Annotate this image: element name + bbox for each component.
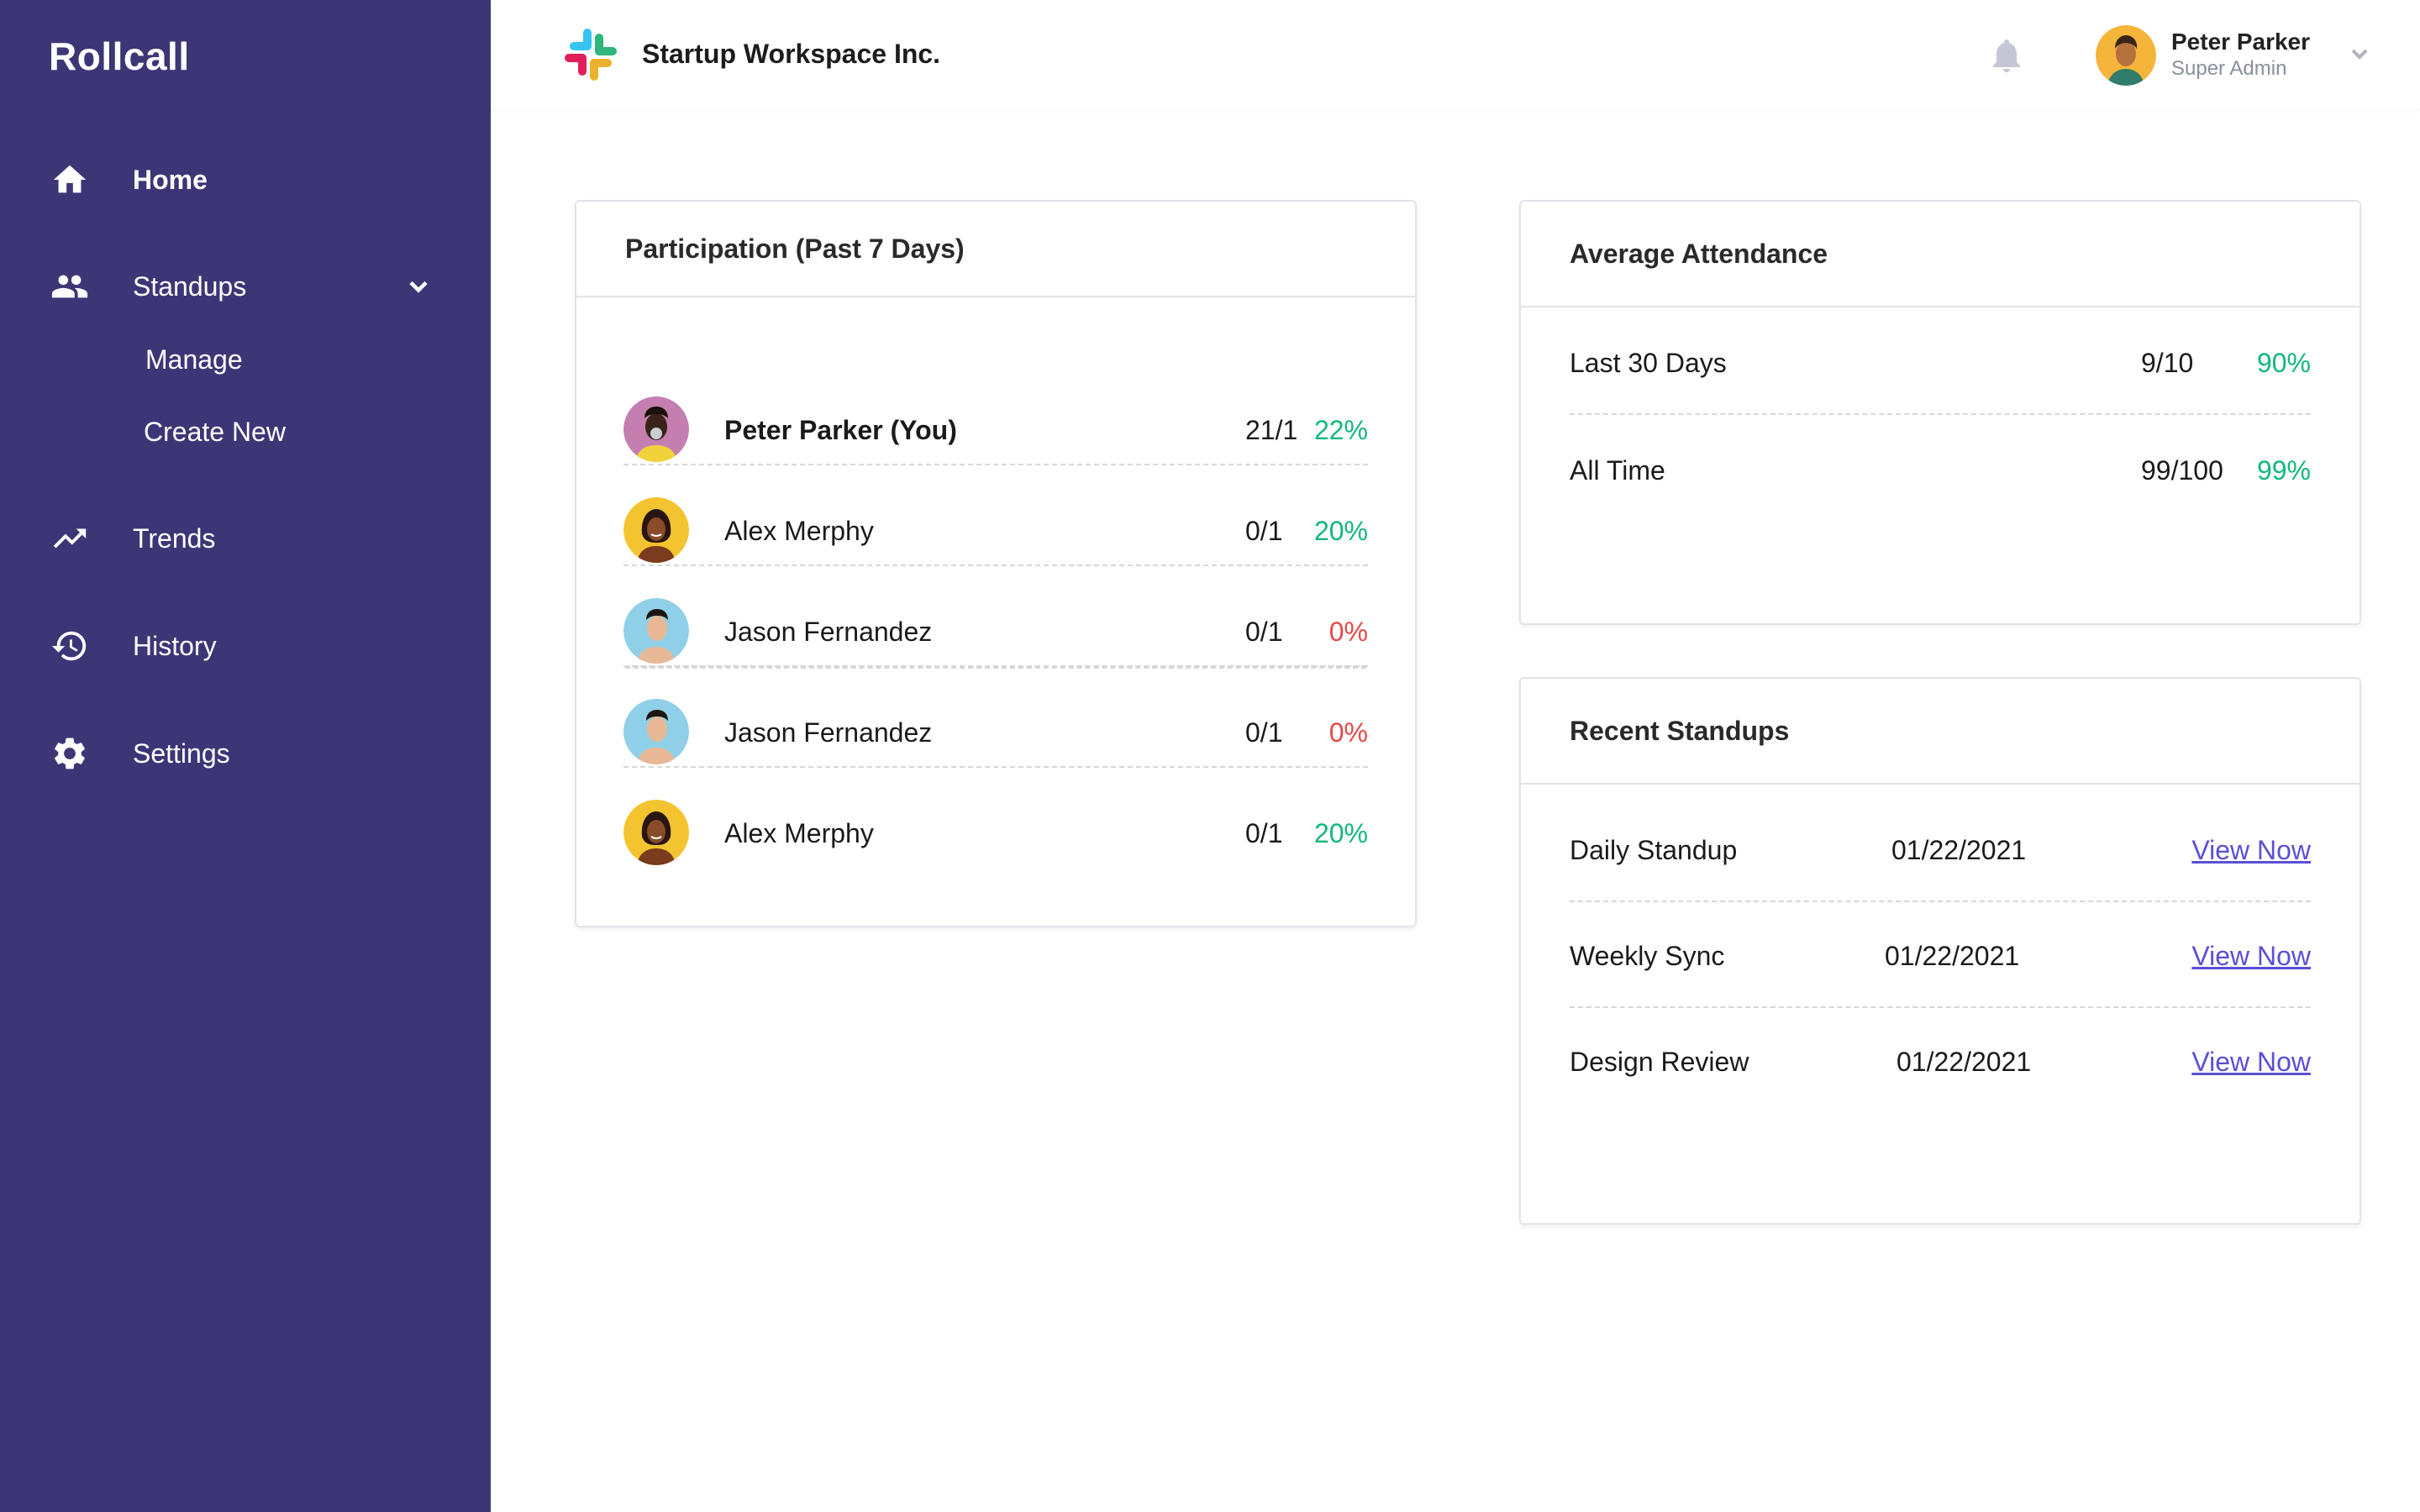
history-icon — [50, 627, 89, 665]
sidebar-item-settings[interactable]: Settings — [50, 728, 230, 779]
recent-standups-card: Recent Standups Daily Standup 01/22/2021… — [1519, 677, 2361, 1225]
table-row: Design Review 01/22/2021 View Now — [1570, 1006, 2311, 1112]
user-name: Peter Parker — [2171, 29, 2311, 55]
standup-date: 01/22/2021 — [1897, 1047, 2032, 1077]
participant-ratio: 0/1 — [1245, 717, 1283, 748]
participant-percent: 0% — [1328, 617, 1368, 647]
standup-name: Daily Standup — [1570, 835, 1738, 865]
attendance-percent: 90% — [2256, 348, 2311, 378]
participant-percent: 20% — [1313, 818, 1368, 848]
avatar — [623, 800, 689, 865]
chevron-down-icon[interactable] — [2346, 40, 2373, 67]
sidebar-item-label: Standups — [133, 270, 247, 302]
participant-ratio: 21/1 — [1245, 415, 1298, 445]
list-item: Peter Parker (You) 21/1 22% — [623, 365, 1368, 465]
sidebar-subitem-create-new[interactable]: Create New — [144, 417, 286, 448]
view-now-link[interactable]: View Now — [2191, 941, 2311, 972]
attendance-label: Last 30 Days — [1570, 348, 1727, 378]
bell-icon[interactable] — [1986, 35, 2027, 76]
list-item: Jason Fernandez 0/1 0% — [623, 566, 1368, 667]
table-row: Daily Standup 01/22/2021 View Now — [1570, 795, 2311, 902]
home-icon — [50, 160, 89, 199]
list-item: Alex Merphy 0/1 20% — [623, 768, 1368, 867]
sidebar-item-label: Trends — [133, 522, 216, 554]
list-item: Alex Merphy 0/1 20% — [623, 465, 1368, 566]
standup-name: Design Review — [1570, 1047, 1749, 1077]
participant-name: Peter Parker (You) — [724, 415, 957, 445]
sidebar-item-label: History — [133, 630, 217, 661]
workspace-name: Startup Workspace Inc. — [642, 39, 941, 69]
card-title: Recent Standups — [1521, 679, 2360, 785]
avatar — [623, 699, 689, 764]
attendance-ratio: 9/10 — [2141, 348, 2194, 378]
participant-percent: 20% — [1313, 516, 1368, 546]
avatar — [623, 598, 689, 664]
app-logo[interactable]: Rollcall — [49, 34, 190, 79]
participation-list: Peter Parker (You) 21/1 22% Alex Merphy … — [575, 200, 1417, 927]
chevron-down-icon[interactable] — [403, 271, 434, 302]
attendance-percent: 99% — [2256, 455, 2311, 486]
participant-percent: 0% — [1328, 717, 1368, 748]
sidebar-item-label: Settings — [133, 738, 230, 769]
participant-name: Jason Fernandez — [724, 717, 933, 748]
people-icon — [50, 267, 89, 306]
list-item: Last 30 Days 9/10 90% — [1570, 307, 2311, 415]
sidebar-item-history[interactable]: History — [50, 621, 217, 671]
standup-name: Weekly Sync — [1570, 941, 1725, 971]
sidebar-item-standups[interactable]: Standups — [50, 261, 246, 312]
sidebar-item-trends[interactable]: Trends — [50, 513, 215, 564]
top-bar: Startup Workspace Inc. Peter Parker Supe… — [491, 0, 2420, 109]
sidebar-item-home[interactable]: Home — [50, 155, 208, 205]
avatar[interactable] — [2096, 25, 2156, 86]
participant-name: Jason Fernandez — [724, 617, 933, 647]
participant-ratio: 0/1 — [1245, 617, 1283, 647]
sidebar: Rollcall Home Standups Manage Create New… — [0, 0, 491, 1512]
participant-ratio: 0/1 — [1245, 516, 1283, 546]
participant-ratio: 0/1 — [1245, 818, 1283, 848]
list-item: Jason Fernandez 0/1 0% — [623, 667, 1368, 768]
standup-date: 01/22/2021 — [1885, 941, 2020, 971]
avatar — [623, 396, 689, 462]
attendance-card: Average Attendance Last 30 Days 9/10 90%… — [1519, 200, 2361, 625]
card-title: Average Attendance — [1521, 202, 2360, 307]
trend-icon — [50, 519, 89, 558]
gear-icon — [50, 734, 89, 773]
slack-logo-icon — [563, 27, 618, 82]
list-item: All Time 99/100 99% — [1570, 415, 2311, 521]
attendance-ratio: 99/100 — [2141, 455, 2223, 486]
avatar — [623, 497, 689, 563]
standup-date: 01/22/2021 — [1891, 835, 2027, 865]
view-now-link[interactable]: View Now — [2191, 835, 2311, 866]
attendance-label: All Time — [1570, 455, 1665, 486]
view-now-link[interactable]: View Now — [2191, 1047, 2311, 1078]
table-row: Weekly Sync 01/22/2021 View Now — [1570, 900, 2311, 1008]
sidebar-item-label: Home — [133, 164, 208, 195]
sidebar-subitem-manage[interactable]: Manage — [145, 344, 243, 375]
participant-name: Alex Merphy — [724, 516, 874, 546]
user-role: Super Admin — [2171, 57, 2287, 80]
participant-percent: 22% — [1313, 415, 1368, 445]
participant-name: Alex Merphy — [724, 818, 874, 848]
